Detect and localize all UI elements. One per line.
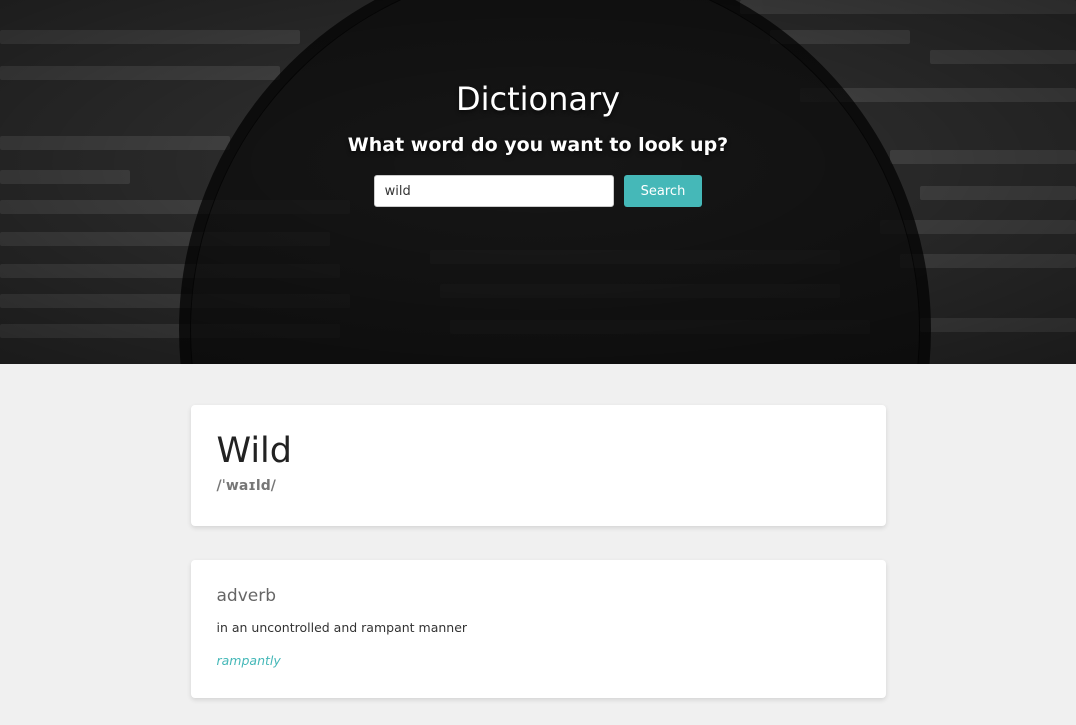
meaning-card: adverb in an uncontrolled and rampant ma… bbox=[190, 560, 886, 698]
part-of-speech: adverb bbox=[216, 586, 277, 606]
search-input[interactable] bbox=[373, 175, 614, 207]
search-form: Search bbox=[0, 175, 1076, 207]
word-heading: Wild bbox=[216, 431, 293, 471]
word-card: Wild /ˈwaɪld/ bbox=[190, 405, 886, 526]
results-area: Wild /ˈwaɪld/ adverb in an uncontrolled … bbox=[190, 405, 886, 698]
app-title: Dictionary bbox=[455, 80, 621, 118]
hero-content: Dictionary What word do you want to look… bbox=[0, 80, 1076, 207]
synonym-text: rampantly bbox=[216, 653, 281, 668]
search-button[interactable]: Search bbox=[623, 175, 703, 207]
phonetic-text: /ˈwaɪld/ bbox=[216, 477, 276, 494]
search-prompt: What word do you want to look up? bbox=[347, 134, 729, 156]
definition-text: in an uncontrolled and rampant manner bbox=[216, 620, 468, 635]
hero-banner: Dictionary What word do you want to look… bbox=[0, 0, 1076, 364]
